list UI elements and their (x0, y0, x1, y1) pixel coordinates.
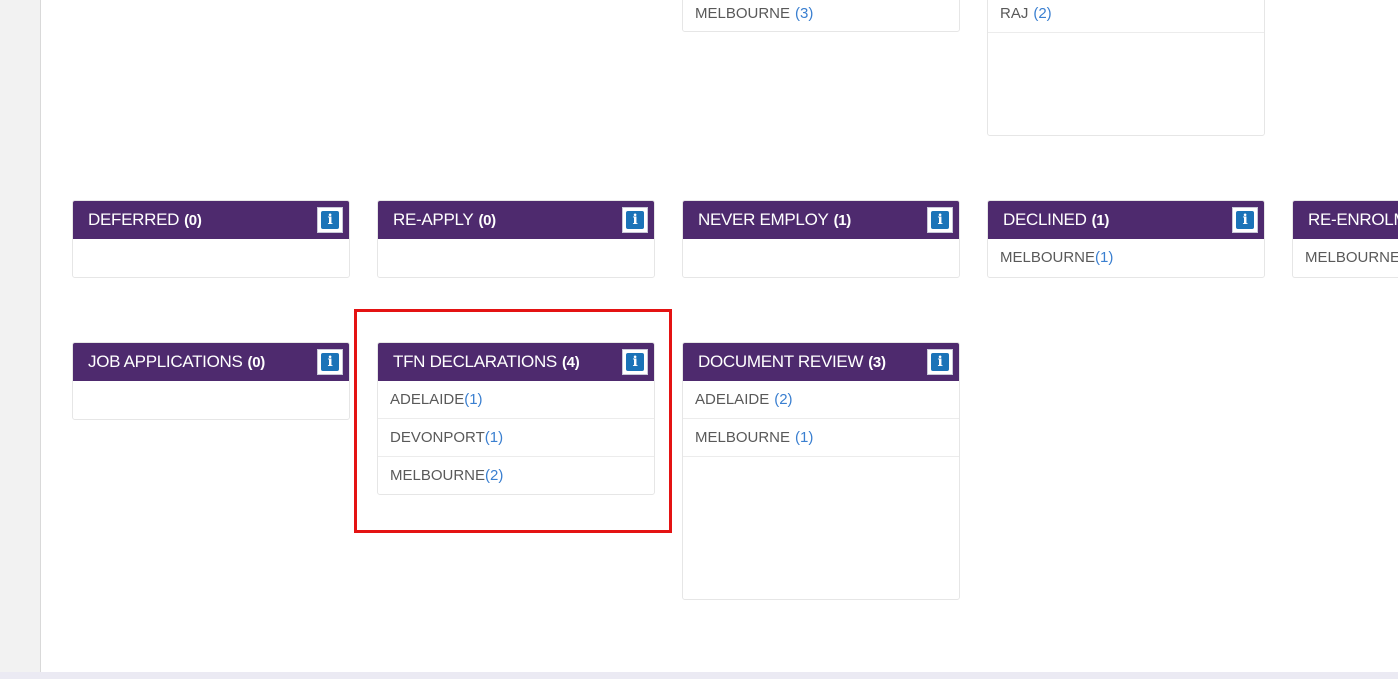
info-icon: i (931, 353, 949, 371)
card-deferred: DEFERRED (0) i (72, 200, 350, 278)
row-label: DEVONPORT (390, 429, 485, 446)
card-header: DOCUMENT REVIEW (3) i (683, 343, 959, 381)
row-count-link[interactable]: (1) (464, 391, 482, 408)
card-top-a: MELBOURNE (3) (682, 0, 960, 32)
info-icon: i (321, 353, 339, 371)
card-count: (0) (184, 211, 202, 229)
row-label: ADELAIDE (390, 391, 465, 408)
card-title: DEFERRED (88, 210, 180, 229)
card-header: JOB APPLICATIONS (0) i (73, 343, 349, 381)
card-title: JOB APPLICATIONS (88, 352, 243, 371)
info-icon: i (931, 211, 949, 229)
card-never-employ: NEVER EMPLOY (1) i (682, 200, 960, 278)
card-count: (4) (561, 353, 580, 371)
info-button[interactable]: i (927, 349, 953, 375)
card-header: TFN DECLARATIONS (4) i (378, 343, 654, 381)
card-title: RE-ENROLM (1308, 210, 1398, 229)
card-document-review: DOCUMENT REVIEW (3) i ADELAIDE (2) MELBOU… (682, 342, 960, 600)
card-title: RE-APPLY (393, 210, 474, 229)
info-icon: i (321, 211, 339, 229)
list-item[interactable]: ADELAIDE(1) (378, 381, 654, 419)
row-count-link[interactable]: (3) (795, 5, 813, 22)
info-button[interactable]: i (622, 349, 648, 375)
list-item[interactable]: MELBOURNE(1) (988, 239, 1264, 277)
card-count: (3) (868, 353, 886, 371)
list-item[interactable]: MELBOURNE (1293, 239, 1398, 277)
list-item[interactable]: ADELAIDE (2) (683, 381, 959, 419)
card-count: (0) (247, 353, 266, 371)
card-title: NEVER EMPLOY (698, 210, 829, 229)
list-item[interactable]: DEVONPORT(1) (378, 419, 654, 457)
bottom-strip (0, 672, 1398, 679)
list-item[interactable]: MELBOURNE(2) (378, 457, 654, 494)
card-tfn-declarations: TFN DECLARATIONS (4) i ADELAIDE(1) DEVON… (377, 342, 655, 495)
info-button[interactable]: i (317, 207, 343, 233)
card-header: DECLINED (1) i (988, 201, 1264, 239)
row-count-link[interactable]: (1) (795, 429, 813, 446)
card-count: (0) (478, 211, 496, 229)
card-job-applications: JOB APPLICATIONS (0) i (72, 342, 350, 420)
row-count-link[interactable]: (2) (1033, 5, 1051, 22)
card-header: RE-ENROLM (1293, 201, 1398, 239)
row-label: MELBOURNE (1305, 249, 1398, 266)
list-item[interactable]: MELBOURNE(1) (683, 419, 959, 457)
info-icon: i (626, 353, 644, 371)
row-label: MELBOURNE (390, 467, 486, 484)
row-label: ADELAIDE (695, 391, 770, 408)
row-count-link[interactable]: (1) (1095, 249, 1113, 266)
info-button[interactable]: i (1232, 207, 1258, 233)
card-header: NEVER EMPLOY (1) i (683, 201, 959, 239)
card-re-apply: RE-APPLY (0) i (377, 200, 655, 278)
card-header: DEFERRED (0) i (73, 201, 349, 239)
card-header: RE-APPLY (0) i (378, 201, 654, 239)
card-declined: DECLINED (1) i MELBOURNE(1) (987, 200, 1265, 278)
list-item[interactable]: RAJ (2) (988, 0, 1264, 33)
info-icon: i (626, 211, 644, 229)
card-count: (1) (833, 211, 852, 229)
list-item[interactable]: MELBOURNE (3) (683, 0, 959, 31)
row-count-link[interactable]: (2) (774, 391, 792, 408)
row-label: RAJ (1000, 5, 1029, 22)
row-label: MELBOURNE (695, 429, 791, 446)
card-count: (1) (1091, 211, 1110, 229)
info-button[interactable]: i (622, 207, 648, 233)
row-label: MELBOURNE (1000, 249, 1096, 266)
card-title: TFN DECLARATIONS (393, 352, 557, 371)
card-title: DOCUMENT REVIEW (698, 352, 864, 371)
card-title: DECLINED (1003, 210, 1087, 229)
info-icon: i (1236, 211, 1254, 229)
card-re-enrolm: RE-ENROLM MELBOURNE (1292, 200, 1398, 278)
row-label: MELBOURNE (695, 5, 791, 22)
card-top-b: RAJ (2) (987, 0, 1265, 136)
left-gutter (0, 0, 41, 672)
info-button[interactable]: i (927, 207, 953, 233)
row-count-link[interactable]: (2) (485, 467, 503, 484)
info-button[interactable]: i (317, 349, 343, 375)
row-count-link[interactable]: (1) (485, 429, 503, 446)
